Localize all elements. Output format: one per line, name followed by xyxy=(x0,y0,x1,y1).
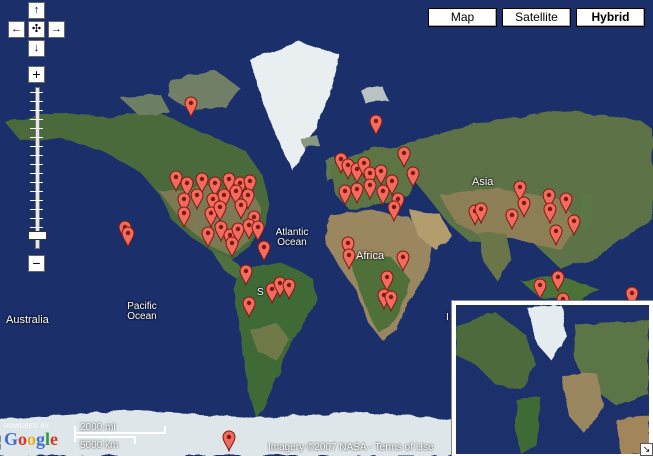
zoom-tick xyxy=(30,227,43,228)
map-pin-icon[interactable] xyxy=(190,188,204,210)
map-pin-icon[interactable] xyxy=(350,182,364,204)
copyright-label: Imagery ©2007 NASA - Terms of Use xyxy=(268,442,434,453)
zoom-slider-track[interactable] xyxy=(35,87,40,249)
map-pin-icon[interactable] xyxy=(257,240,271,262)
label-africa: Africa xyxy=(356,250,385,262)
overview-imagery xyxy=(456,305,649,454)
map-pin-icon[interactable] xyxy=(397,146,411,168)
zoom-slider-thumb[interactable] xyxy=(28,231,47,240)
zoom-in-button[interactable]: + xyxy=(28,66,45,83)
scale-km-bar xyxy=(74,436,136,438)
map-type-map-button[interactable]: Map xyxy=(428,8,497,27)
zoom-tick xyxy=(30,155,43,156)
zoom-tick xyxy=(30,173,43,174)
map-viewport[interactable]: Asia Atlantic Ocean Africa Pacific Ocean… xyxy=(0,0,653,456)
scale-tick-right-miles xyxy=(164,426,166,434)
pan-center-button[interactable]: ✣ xyxy=(28,21,45,38)
zoom-tick xyxy=(30,110,43,111)
map-pin-icon[interactable] xyxy=(184,96,198,118)
map-pin-icon[interactable] xyxy=(396,250,410,272)
map-pin-icon[interactable] xyxy=(406,166,420,188)
zoom-tick xyxy=(30,209,43,210)
map-pin-icon[interactable] xyxy=(222,430,236,452)
zoom-tick xyxy=(30,101,43,102)
zoom-tick xyxy=(30,182,43,183)
map-pin-icon[interactable] xyxy=(201,226,215,248)
label-indian-partial: I xyxy=(446,312,449,323)
map-type-satellite-button[interactable]: Satellite xyxy=(502,8,571,27)
scale-tick-right-km xyxy=(134,436,136,444)
resize-corner-icon[interactable]: ↘ xyxy=(640,443,653,456)
overview-map-panel[interactable]: ↘ xyxy=(451,300,653,456)
zoom-out-button[interactable]: − xyxy=(28,255,45,272)
map-pin-icon[interactable] xyxy=(177,206,191,228)
map-pin-icon[interactable] xyxy=(363,178,377,200)
label-pacific-ocean: Pacific Ocean xyxy=(127,301,157,322)
map-pin-icon[interactable] xyxy=(551,270,565,292)
label-australia: Australia xyxy=(6,314,49,326)
map-pin-icon[interactable] xyxy=(474,202,488,224)
pan-right-button[interactable]: → xyxy=(48,21,65,38)
zoom-tick xyxy=(30,92,43,93)
zoom-tick xyxy=(30,128,43,129)
label-south-america-partial: S xyxy=(257,287,264,298)
map-pin-icon[interactable] xyxy=(251,220,265,242)
map-pin-icon[interactable] xyxy=(543,202,557,224)
map-pin-icon[interactable] xyxy=(533,278,547,300)
zoom-tick xyxy=(30,164,43,165)
zoom-tick xyxy=(30,137,43,138)
map-pin-icon[interactable] xyxy=(387,200,401,222)
overview-map[interactable] xyxy=(456,305,649,454)
map-pin-icon[interactable] xyxy=(559,192,573,214)
map-pin-icon[interactable] xyxy=(213,200,227,222)
zoom-tick xyxy=(30,200,43,201)
map-pin-icon[interactable] xyxy=(342,248,356,270)
zoom-tick xyxy=(30,191,43,192)
scale-km: 5000 km xyxy=(80,440,119,451)
scale-tick-left xyxy=(74,426,76,442)
scale-bar: 2000 mi 5000 km xyxy=(74,422,166,454)
label-atlantic-ocean: Atlantic Ocean xyxy=(275,227,309,248)
map-pin-icon[interactable] xyxy=(384,290,398,312)
label-asia: Asia xyxy=(472,176,494,188)
scale-miles-bar xyxy=(74,432,166,434)
map-pin-icon[interactable] xyxy=(567,214,581,236)
map-pin-icon[interactable] xyxy=(549,224,563,246)
map-pin-icon[interactable] xyxy=(234,198,248,220)
zoom-tick xyxy=(30,218,43,219)
map-pin-icon[interactable] xyxy=(225,236,239,258)
map-pin-icon[interactable] xyxy=(505,208,519,230)
map-pin-icon[interactable] xyxy=(242,296,256,318)
google-wordmark: Google xyxy=(4,429,59,449)
map-pin-icon[interactable] xyxy=(282,278,296,300)
map-type-hybrid-button[interactable]: Hybrid xyxy=(576,8,645,27)
zoom-tick xyxy=(30,119,43,120)
map-pin-icon[interactable] xyxy=(517,196,531,218)
google-logo[interactable]: POWERED BY Google xyxy=(4,424,58,448)
pan-up-button[interactable]: ↑ xyxy=(28,2,45,19)
pan-left-button[interactable]: ← xyxy=(8,21,25,38)
zoom-tick xyxy=(30,146,43,147)
copyright-text: Imagery ©2007 NASA - Terms of Use xyxy=(268,442,434,453)
map-pin-icon[interactable] xyxy=(239,264,253,286)
map-pin-icon[interactable] xyxy=(121,226,135,248)
map-pin-icon[interactable] xyxy=(369,114,383,136)
pan-down-button[interactable]: ↓ xyxy=(28,40,45,57)
